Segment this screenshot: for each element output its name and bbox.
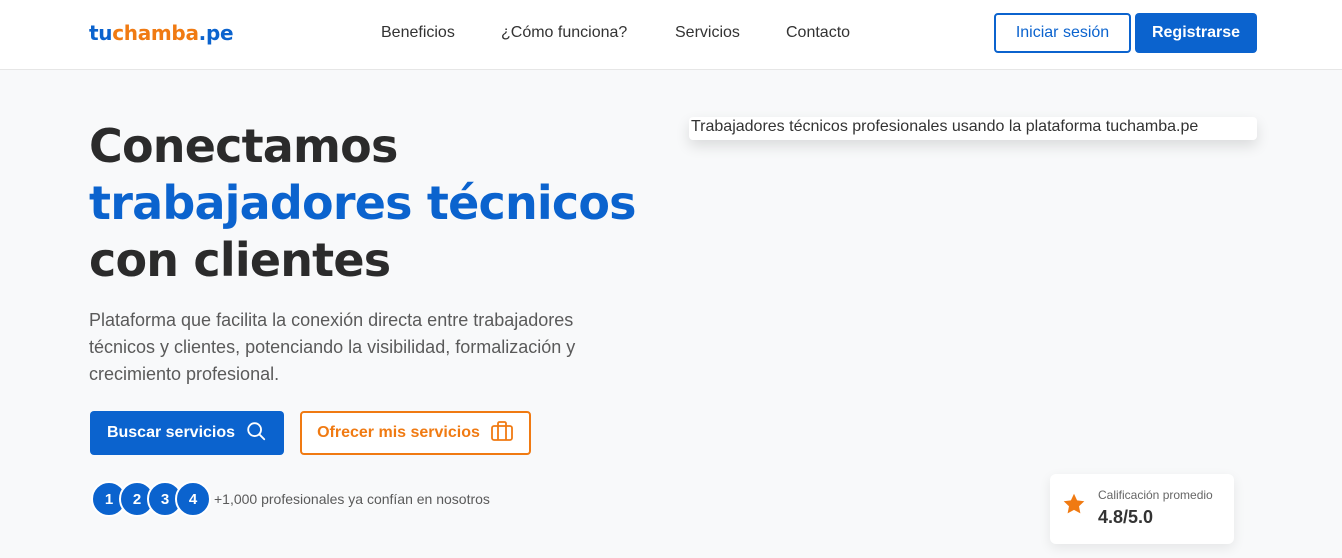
hero-title-line1: Conectamos bbox=[89, 119, 398, 173]
hero-description: Plataforma que facilita la conexión dire… bbox=[89, 310, 576, 384]
search-services-label: Buscar servicios bbox=[106, 424, 236, 441]
search-icon bbox=[245, 420, 267, 447]
logo-part-pe: .pe bbox=[198, 21, 234, 45]
social-proof-text: +1,000 profesionales ya confían en nosot… bbox=[214, 491, 490, 507]
hero-title-line3: con clientes bbox=[89, 233, 391, 287]
nav-item-como-funciona[interactable]: ¿Cómo funciona? bbox=[501, 24, 627, 42]
nav-item-contacto[interactable]: Contacto bbox=[786, 24, 850, 42]
logo-part-chamba: chamba bbox=[112, 21, 199, 45]
hero-title: Conectamos trabajadores técnicos con cli… bbox=[89, 118, 637, 289]
hero-image-alt-text: Trabajadores técnicos profesionales usan… bbox=[691, 118, 1199, 135]
hero-image-placeholder: Trabajadores técnicos profesionales usan… bbox=[689, 117, 1257, 140]
site-header: tuchamba.pe Beneficios ¿Cómo funciona? S… bbox=[0, 0, 1342, 70]
login-button[interactable]: Iniciar sesión bbox=[994, 13, 1131, 53]
briefcase-icon bbox=[490, 420, 514, 447]
avatar: 4 bbox=[175, 481, 211, 517]
rating-value: 4.8/5.0 bbox=[1098, 507, 1154, 527]
rating-card: Calificación promedio 4.8/5.0 bbox=[1050, 474, 1234, 544]
logo-part-tu: tu bbox=[89, 21, 113, 45]
logo[interactable]: tuchamba.pe bbox=[89, 21, 234, 45]
nav-item-servicios[interactable]: Servicios bbox=[675, 24, 740, 42]
star-icon bbox=[1062, 492, 1086, 521]
offer-services-label: Ofrecer mis servicios bbox=[317, 424, 480, 441]
offer-services-button[interactable]: Ofrecer mis servicios bbox=[300, 411, 531, 455]
register-button[interactable]: Registrarse bbox=[1135, 13, 1257, 53]
rating-label: Calificación promedio bbox=[1098, 488, 1213, 502]
nav-item-beneficios[interactable]: Beneficios bbox=[381, 24, 455, 42]
search-services-button[interactable]: Buscar servicios bbox=[90, 411, 284, 455]
hero-title-accent: trabajadores técnicos bbox=[89, 176, 637, 230]
